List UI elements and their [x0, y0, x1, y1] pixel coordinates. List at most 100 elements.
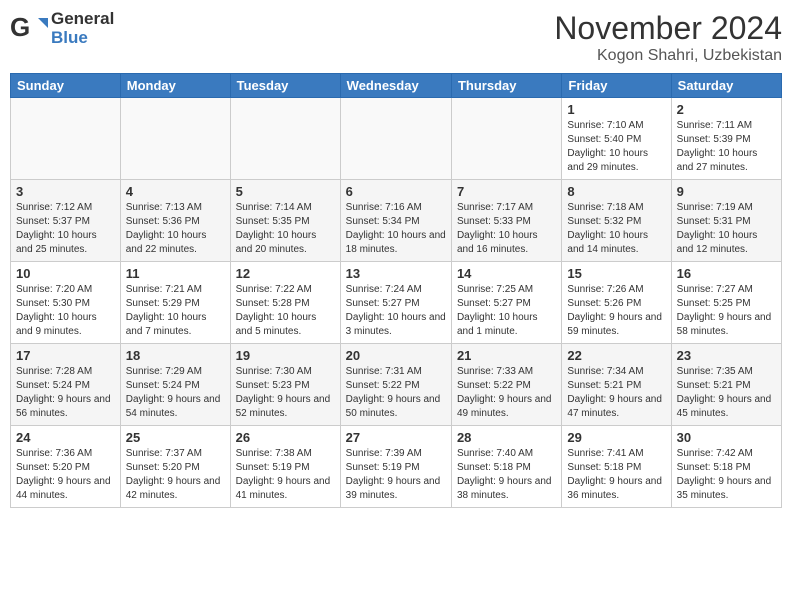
calendar-day: 1Sunrise: 7:10 AM Sunset: 5:40 PM Daylig…	[562, 98, 671, 180]
calendar-day	[451, 98, 561, 180]
calendar-day: 22 Sunrise: 7:34 AM Sunset: 5:21 PM Dayli…	[562, 344, 671, 426]
calendar-day: 8Sunrise: 7:18 AM Sunset: 5:32 PM Daylig…	[562, 180, 671, 262]
day-number: 30	[677, 430, 776, 445]
day-info: Sunrise: 7:21 AM Sunset: 5:29 PM Dayligh…	[126, 283, 225, 339]
day-number: 10	[16, 266, 115, 281]
day-number: 13	[346, 266, 446, 281]
day-info: Sunrise: 7:22 AM Sunset: 5:28 PM Dayligh…	[236, 283, 335, 339]
logo-icon: G	[10, 10, 48, 48]
calendar-day: 16 Sunrise: 7:27 AM Sunset: 5:25 PM Dayli…	[671, 262, 781, 344]
calendar-day: 23 Sunrise: 7:35 AM Sunset: 5:21 PM Dayli…	[671, 344, 781, 426]
calendar-day	[230, 98, 340, 180]
day-number: 28	[457, 430, 556, 445]
calendar-table: Sunday Monday Tuesday Wednesday Thursday…	[10, 73, 782, 508]
calendar-week-4: 24 Sunrise: 7:36 AM Sunset: 5:20 PM Dayli…	[11, 426, 782, 508]
day-number: 12	[236, 266, 335, 281]
calendar-day: 30 Sunrise: 7:42 AM Sunset: 5:18 PM Dayli…	[671, 426, 781, 508]
calendar-day	[120, 98, 230, 180]
day-info: Sunrise: 7:17 AM Sunset: 5:33 PM Dayligh…	[457, 201, 556, 257]
day-info: Sunrise: 7:36 AM Sunset: 5:20 PM Dayligh…	[16, 447, 115, 503]
calendar-day: 2Sunrise: 7:11 AM Sunset: 5:39 PM Daylig…	[671, 98, 781, 180]
day-info: Sunrise: 7:12 AM Sunset: 5:37 PM Dayligh…	[16, 201, 115, 257]
calendar-header-row: Sunday Monday Tuesday Wednesday Thursday…	[11, 74, 782, 98]
calendar-day: 11 Sunrise: 7:21 AM Sunset: 5:29 PM Dayli…	[120, 262, 230, 344]
day-info: Sunrise: 7:42 AM Sunset: 5:18 PM Dayligh…	[677, 447, 776, 503]
col-wednesday: Wednesday	[340, 74, 451, 98]
calendar-day: 20 Sunrise: 7:31 AM Sunset: 5:22 PM Dayli…	[340, 344, 451, 426]
day-info: Sunrise: 7:38 AM Sunset: 5:19 PM Dayligh…	[236, 447, 335, 503]
logo-text: General Blue	[51, 10, 114, 47]
day-number: 3	[16, 184, 115, 199]
col-tuesday: Tuesday	[230, 74, 340, 98]
calendar-day	[11, 98, 121, 180]
day-number: 25	[126, 430, 225, 445]
calendar-day: 14Sunrise: 7:25 AM Sunset: 5:27 PM Dayli…	[451, 262, 561, 344]
day-number: 16	[677, 266, 776, 281]
col-sunday: Sunday	[11, 74, 121, 98]
day-info: Sunrise: 7:41 AM Sunset: 5:18 PM Dayligh…	[567, 447, 665, 503]
day-number: 27	[346, 430, 446, 445]
day-number: 11	[126, 266, 225, 281]
calendar-day: 9Sunrise: 7:19 AM Sunset: 5:31 PM Daylig…	[671, 180, 781, 262]
calendar-week-0: 1Sunrise: 7:10 AM Sunset: 5:40 PM Daylig…	[11, 98, 782, 180]
day-number: 24	[16, 430, 115, 445]
day-info: Sunrise: 7:13 AM Sunset: 5:36 PM Dayligh…	[126, 201, 225, 257]
day-number: 15	[567, 266, 665, 281]
day-info: Sunrise: 7:39 AM Sunset: 5:19 PM Dayligh…	[346, 447, 446, 503]
header: G General Blue November 2024 Kogon Shahr…	[10, 10, 782, 65]
day-number: 17	[16, 348, 115, 363]
col-friday: Friday	[562, 74, 671, 98]
day-number: 21	[457, 348, 556, 363]
calendar-day: 13 Sunrise: 7:24 AM Sunset: 5:27 PM Dayli…	[340, 262, 451, 344]
calendar-day: 10Sunrise: 7:20 AM Sunset: 5:30 PM Dayli…	[11, 262, 121, 344]
calendar-day: 19 Sunrise: 7:30 AM Sunset: 5:23 PM Dayli…	[230, 344, 340, 426]
day-number: 19	[236, 348, 335, 363]
calendar-day: 15 Sunrise: 7:26 AM Sunset: 5:26 PM Dayli…	[562, 262, 671, 344]
day-info: Sunrise: 7:34 AM Sunset: 5:21 PM Dayligh…	[567, 365, 665, 421]
day-info: Sunrise: 7:29 AM Sunset: 5:24 PM Dayligh…	[126, 365, 225, 421]
day-info: Sunrise: 7:35 AM Sunset: 5:21 PM Dayligh…	[677, 365, 776, 421]
day-number: 2	[677, 102, 776, 117]
day-number: 18	[126, 348, 225, 363]
day-info: Sunrise: 7:24 AM Sunset: 5:27 PM Dayligh…	[346, 283, 446, 339]
day-number: 20	[346, 348, 446, 363]
day-number: 5	[236, 184, 335, 199]
day-info: Sunrise: 7:31 AM Sunset: 5:22 PM Dayligh…	[346, 365, 446, 421]
day-info: Sunrise: 7:40 AM Sunset: 5:18 PM Dayligh…	[457, 447, 556, 503]
calendar-week-3: 17 Sunrise: 7:28 AM Sunset: 5:24 PM Dayli…	[11, 344, 782, 426]
day-number: 14	[457, 266, 556, 281]
calendar-day	[340, 98, 451, 180]
calendar-day: 5Sunrise: 7:14 AM Sunset: 5:35 PM Daylig…	[230, 180, 340, 262]
day-info: Sunrise: 7:30 AM Sunset: 5:23 PM Dayligh…	[236, 365, 335, 421]
day-number: 22	[567, 348, 665, 363]
location: Kogon Shahri, Uzbekistan	[554, 47, 782, 65]
day-number: 23	[677, 348, 776, 363]
day-info: Sunrise: 7:19 AM Sunset: 5:31 PM Dayligh…	[677, 201, 776, 257]
calendar-day: 4Sunrise: 7:13 AM Sunset: 5:36 PM Daylig…	[120, 180, 230, 262]
day-info: Sunrise: 7:28 AM Sunset: 5:24 PM Dayligh…	[16, 365, 115, 421]
calendar-day: 24 Sunrise: 7:36 AM Sunset: 5:20 PM Dayli…	[11, 426, 121, 508]
day-number: 29	[567, 430, 665, 445]
calendar-day: 28 Sunrise: 7:40 AM Sunset: 5:18 PM Dayli…	[451, 426, 561, 508]
svg-text:G: G	[10, 12, 30, 42]
day-info: Sunrise: 7:37 AM Sunset: 5:20 PM Dayligh…	[126, 447, 225, 503]
calendar-day: 29 Sunrise: 7:41 AM Sunset: 5:18 PM Dayli…	[562, 426, 671, 508]
day-info: Sunrise: 7:26 AM Sunset: 5:26 PM Dayligh…	[567, 283, 665, 339]
calendar-day: 18 Sunrise: 7:29 AM Sunset: 5:24 PM Dayli…	[120, 344, 230, 426]
col-thursday: Thursday	[451, 74, 561, 98]
calendar-week-2: 10Sunrise: 7:20 AM Sunset: 5:30 PM Dayli…	[11, 262, 782, 344]
calendar-day: 3 Sunrise: 7:12 AM Sunset: 5:37 PM Daylig…	[11, 180, 121, 262]
calendar-day: 6Sunrise: 7:16 AM Sunset: 5:34 PM Daylig…	[340, 180, 451, 262]
logo: G General Blue	[10, 10, 114, 48]
calendar-day: 7 Sunrise: 7:17 AM Sunset: 5:33 PM Daylig…	[451, 180, 561, 262]
day-number: 8	[567, 184, 665, 199]
day-info: Sunrise: 7:27 AM Sunset: 5:25 PM Dayligh…	[677, 283, 776, 339]
calendar-day: 26Sunrise: 7:38 AM Sunset: 5:19 PM Dayli…	[230, 426, 340, 508]
calendar-day: 17 Sunrise: 7:28 AM Sunset: 5:24 PM Dayli…	[11, 344, 121, 426]
calendar-day: 12 Sunrise: 7:22 AM Sunset: 5:28 PM Dayli…	[230, 262, 340, 344]
day-number: 7	[457, 184, 556, 199]
day-number: 6	[346, 184, 446, 199]
day-info: Sunrise: 7:10 AM Sunset: 5:40 PM Dayligh…	[567, 119, 665, 175]
logo-general: General	[51, 10, 114, 29]
col-monday: Monday	[120, 74, 230, 98]
